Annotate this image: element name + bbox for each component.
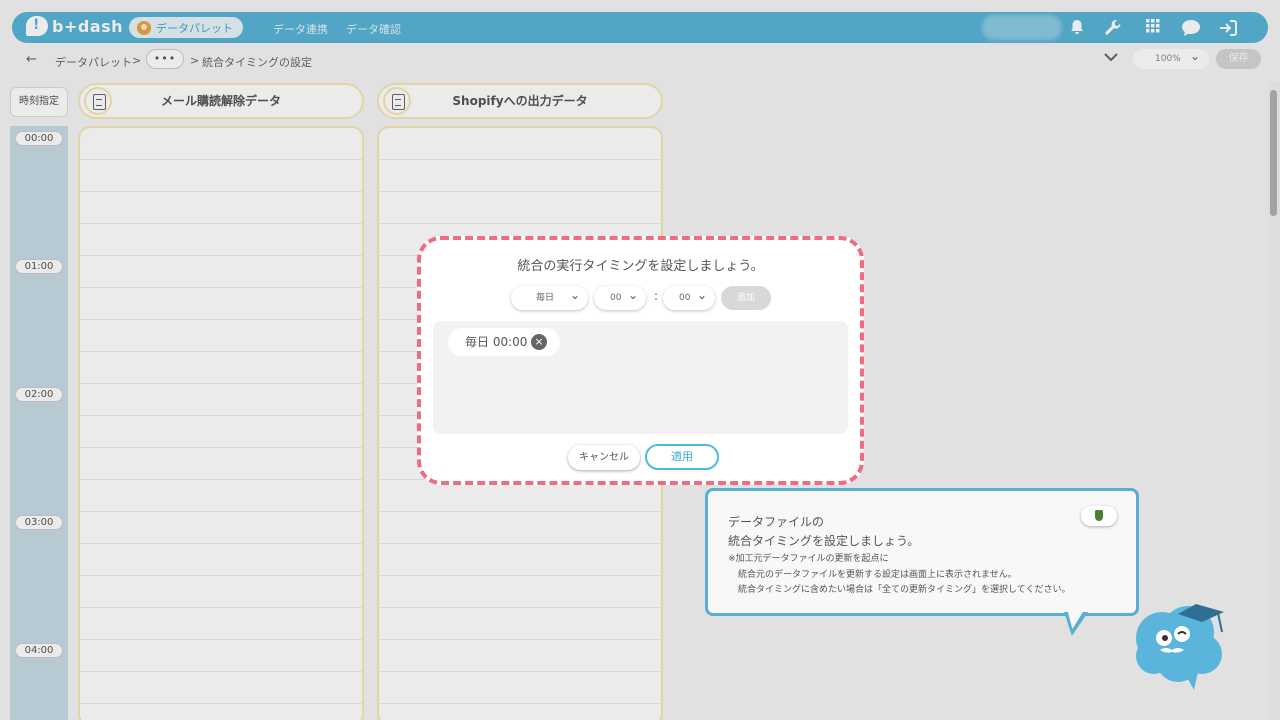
beginner-badge-icon[interactable] [1081, 506, 1117, 526]
hour-select[interactable]: 00 ⌄ [594, 286, 646, 310]
hint-note-line: ※加工元データファイルの更新を起点に [728, 554, 889, 564]
hint-balloon-tail-inner [1064, 611, 1084, 629]
frequency-select[interactable]: 毎日 ⌄ [511, 286, 588, 310]
chevron-down-icon: ⌄ [627, 288, 638, 302]
timing-chip-label: 毎日 00:00 [465, 335, 528, 349]
hour-value: 00 [610, 293, 622, 303]
timing-chip: 毎日 00:00 × [448, 328, 560, 356]
hint-note-line: 統合タイミングに含めたい場合は「全ての更新タイミング」を選択してください。 [738, 585, 1071, 595]
hint-balloon: データファイルの 統合タイミングを設定しましょう。 ※加工元データファイルの更新… [705, 488, 1139, 616]
chevron-down-icon: ⌄ [696, 288, 707, 302]
hint-title-line: データファイルの [728, 515, 825, 529]
apply-button[interactable]: 適用 [645, 444, 719, 470]
hint-note-line: 統合元のデータファイルを更新する設定は画面上に表示されません。 [738, 570, 1017, 580]
chevron-down-icon: ⌄ [569, 288, 580, 302]
cancel-button[interactable]: キャンセル [568, 445, 640, 470]
time-colon: : [654, 289, 659, 303]
timing-modal: 統合の実行タイミングを設定しましょう。 毎日 ⌄ 00 ⌄ : 00 ⌄ 追加 … [417, 236, 864, 485]
frequency-value: 毎日 [536, 293, 555, 303]
mascot-icon [1136, 604, 1224, 690]
selected-timings-area: 毎日 00:00 × [433, 321, 848, 434]
hint-title-line: 統合タイミングを設定しましょう。 [728, 534, 920, 548]
close-icon[interactable]: × [531, 334, 547, 350]
add-button[interactable]: 追加 [721, 286, 771, 310]
modal-title: 統合の実行タイミングを設定しましょう。 [517, 259, 764, 274]
minute-select[interactable]: 00 ⌄ [663, 286, 715, 310]
minute-value: 00 [679, 293, 691, 303]
